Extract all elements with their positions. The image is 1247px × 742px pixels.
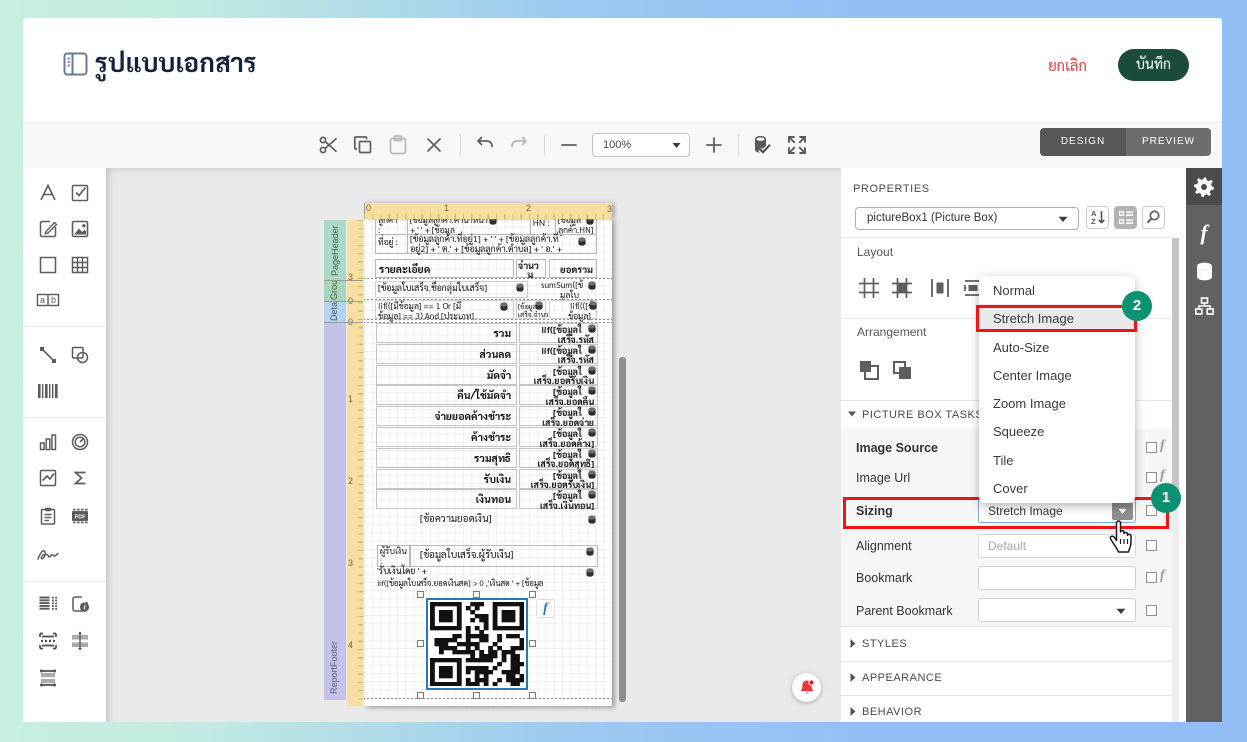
svg-text:Z: Z: [1091, 217, 1096, 226]
svg-text:b: b: [51, 295, 56, 305]
svg-text:a: a: [40, 295, 45, 305]
svg-text:PDF: PDF: [75, 515, 86, 521]
